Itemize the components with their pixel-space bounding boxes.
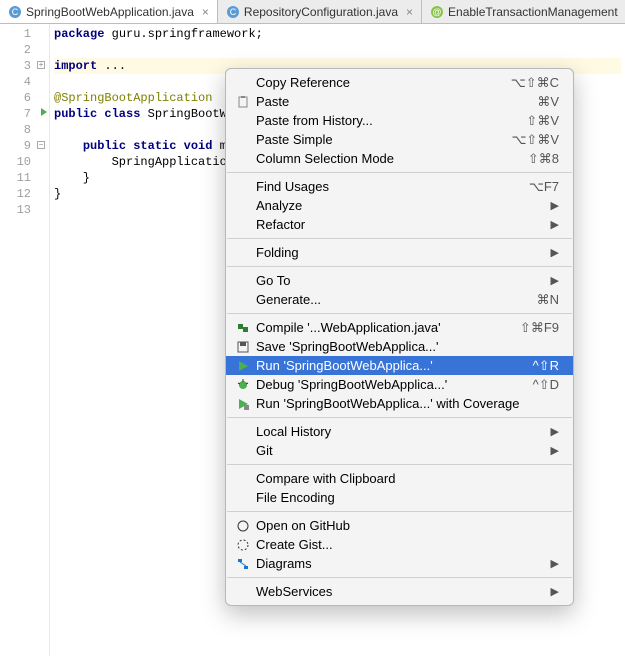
menu-generate[interactable]: Generate...⌘N [226, 290, 573, 309]
code-line: package guru.springframework; [54, 26, 621, 42]
debug-icon [234, 377, 252, 393]
diagram-icon [234, 556, 252, 572]
menu-open-github[interactable]: Open on GitHub [226, 516, 573, 535]
chevron-right-icon: ▶ [551, 425, 559, 438]
compile-icon [234, 320, 252, 336]
menu-run[interactable]: Run 'SpringBootWebApplica...'^⇧R [226, 356, 573, 375]
menu-separator [227, 172, 572, 173]
line-number: 2 [0, 42, 49, 58]
fold-icon[interactable]: − [37, 141, 45, 149]
coverage-icon [234, 396, 252, 412]
line-number: 7 [0, 106, 49, 122]
line-number: 10 [0, 154, 49, 170]
menu-column-selection[interactable]: Column Selection Mode⇧⌘8 [226, 149, 573, 168]
menu-compile[interactable]: Compile '...WebApplication.java'⇧⌘F9 [226, 318, 573, 337]
line-number: 9− [0, 138, 49, 154]
chevron-right-icon: ▶ [551, 246, 559, 259]
context-menu: Copy Reference⌥⇧⌘C Paste⌘V Paste from Hi… [225, 68, 574, 606]
menu-compare-clipboard[interactable]: Compare with Clipboard [226, 469, 573, 488]
save-icon [234, 339, 252, 355]
svg-text:C: C [12, 7, 19, 17]
chevron-right-icon: ▶ [551, 585, 559, 598]
menu-separator [227, 417, 572, 418]
line-number: 6 [0, 90, 49, 106]
chevron-right-icon: ▶ [551, 199, 559, 212]
menu-file-encoding[interactable]: File Encoding [226, 488, 573, 507]
chevron-right-icon: ▶ [551, 557, 559, 570]
menu-goto[interactable]: Go To▶ [226, 271, 573, 290]
run-gutter-icon[interactable] [41, 108, 47, 116]
class-icon: C [8, 5, 22, 19]
menu-git[interactable]: Git▶ [226, 441, 573, 460]
menu-save[interactable]: Save 'SpringBootWebApplica...' [226, 337, 573, 356]
menu-diagrams[interactable]: Diagrams▶ [226, 554, 573, 573]
chevron-right-icon: ▶ [551, 218, 559, 231]
close-icon[interactable]: × [406, 5, 413, 19]
menu-separator [227, 313, 572, 314]
menu-find-usages[interactable]: Find Usages⌥F7 [226, 177, 573, 196]
menu-separator [227, 577, 572, 578]
menu-paste[interactable]: Paste⌘V [226, 92, 573, 111]
line-number: 12 [0, 186, 49, 202]
menu-debug[interactable]: Debug 'SpringBootWebApplica...'^⇧D [226, 375, 573, 394]
tab-springboot[interactable]: C SpringBootWebApplication.java × [0, 0, 218, 23]
menu-analyze[interactable]: Analyze▶ [226, 196, 573, 215]
gist-icon [234, 537, 252, 553]
menu-separator [227, 266, 572, 267]
tab-label: RepositoryConfiguration.java [244, 5, 398, 19]
run-icon [234, 358, 252, 374]
menu-paste-history[interactable]: Paste from History...⇧⌘V [226, 111, 573, 130]
chevron-right-icon: ▶ [551, 444, 559, 457]
fold-icon[interactable]: + [37, 61, 45, 69]
menu-local-history[interactable]: Local History▶ [226, 422, 573, 441]
tab-repository[interactable]: C RepositoryConfiguration.java × [218, 0, 422, 23]
code-line [54, 42, 621, 58]
class-icon: C [226, 5, 240, 19]
line-number: 3+ [0, 58, 49, 74]
menu-separator [227, 238, 572, 239]
tab-label: EnableTransactionManagement [448, 5, 618, 19]
menu-separator [227, 464, 572, 465]
tab-enabletx[interactable]: @ EnableTransactionManagement [422, 0, 625, 23]
clipboard-icon [234, 94, 252, 110]
svg-text:C: C [230, 7, 237, 17]
chevron-right-icon: ▶ [551, 274, 559, 287]
gutter: 1 2 3+ 4 6 7 8 9− 10 11 12 13 [0, 24, 50, 656]
menu-folding[interactable]: Folding▶ [226, 243, 573, 262]
svg-text:@: @ [432, 7, 441, 17]
tab-label: SpringBootWebApplication.java [26, 5, 194, 19]
editor-tabs: C SpringBootWebApplication.java × C Repo… [0, 0, 625, 24]
menu-separator [227, 511, 572, 512]
menu-webservices[interactable]: WebServices▶ [226, 582, 573, 601]
line-number: 1 [0, 26, 49, 42]
line-number: 11 [0, 170, 49, 186]
menu-run-coverage[interactable]: Run 'SpringBootWebApplica...' with Cover… [226, 394, 573, 413]
menu-refactor[interactable]: Refactor▶ [226, 215, 573, 234]
line-number: 13 [0, 202, 49, 218]
close-icon[interactable]: × [202, 5, 209, 19]
menu-paste-simple[interactable]: Paste Simple⌥⇧⌘V [226, 130, 573, 149]
menu-create-gist[interactable]: Create Gist... [226, 535, 573, 554]
menu-copy-reference[interactable]: Copy Reference⌥⇧⌘C [226, 73, 573, 92]
line-number: 8 [0, 122, 49, 138]
annotation-icon: @ [430, 5, 444, 19]
line-number: 4 [0, 74, 49, 90]
github-icon [234, 518, 252, 534]
